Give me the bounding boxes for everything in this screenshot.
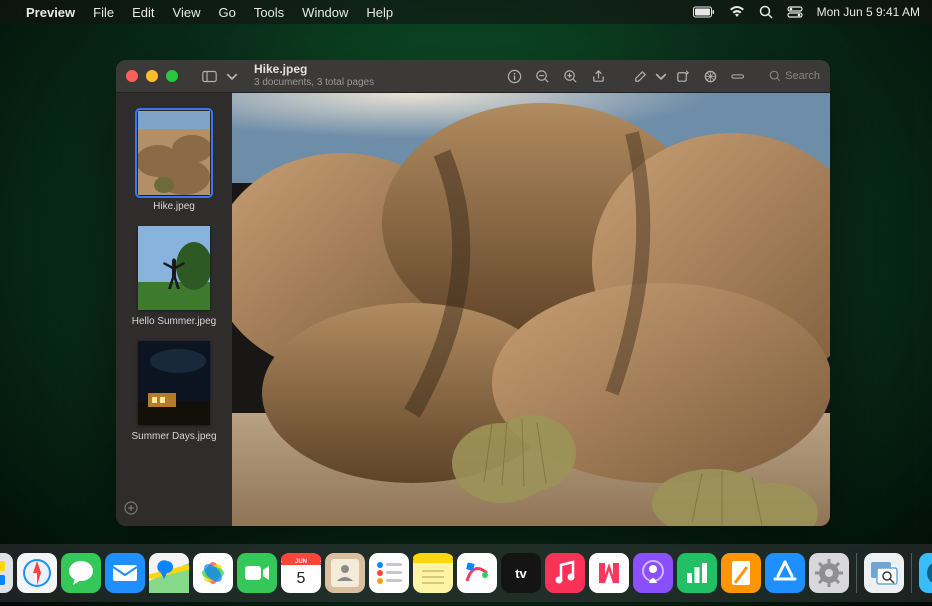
thumbnail-hello-summer[interactable]: Hello Summer.jpeg: [124, 226, 224, 327]
highlight-button[interactable]: [725, 65, 751, 87]
menu-window[interactable]: Window: [293, 5, 357, 20]
thumbnail-hike[interactable]: Hike.jpeg: [124, 111, 224, 212]
main-image-view[interactable]: [232, 93, 830, 526]
dock-separator: [911, 553, 912, 593]
dock-app-podcasts[interactable]: [633, 553, 673, 593]
adjust-color-button[interactable]: [697, 65, 723, 87]
window-title-block: Hike.jpeg 3 documents, 3 total pages: [254, 63, 374, 88]
app-name[interactable]: Preview: [26, 5, 84, 20]
dock-app-messages[interactable]: [61, 553, 101, 593]
dock-app-facetime[interactable]: [237, 553, 277, 593]
dock-app-contacts[interactable]: [325, 553, 365, 593]
dock-app-pages[interactable]: [721, 553, 761, 593]
dock-app-tv[interactable]: tv: [501, 553, 541, 593]
menu-view[interactable]: View: [164, 5, 210, 20]
dock-app-settings[interactable]: [809, 553, 849, 593]
thumbnail-label: Hello Summer.jpeg: [132, 316, 216, 327]
dock-app-photos[interactable]: [193, 553, 233, 593]
sidebar-add-button[interactable]: [124, 495, 224, 520]
control-center-icon[interactable]: [787, 6, 803, 18]
sidebar-view-dropdown[interactable]: [226, 65, 238, 87]
dock-app-numbers[interactable]: [677, 553, 717, 593]
menubar-datetime[interactable]: Mon Jun 5 9:41 AM: [817, 5, 920, 19]
dock: JUN 5 tv: [0, 544, 932, 602]
dock-downloads[interactable]: [919, 553, 932, 593]
dock-app-mail[interactable]: [105, 553, 145, 593]
window-title: Hike.jpeg: [254, 63, 374, 77]
battery-icon[interactable]: [693, 6, 715, 18]
zoom-out-button[interactable]: [529, 65, 555, 87]
dock-app-safari[interactable]: [17, 553, 57, 593]
markup-button[interactable]: [627, 65, 653, 87]
menu-file[interactable]: File: [84, 5, 123, 20]
dock-app-preview[interactable]: [864, 553, 904, 593]
dock-app-music[interactable]: [545, 553, 585, 593]
sidebar-view-button[interactable]: [196, 65, 222, 87]
dock-app-news[interactable]: [589, 553, 629, 593]
svg-text:tv: tv: [515, 566, 527, 581]
dock-separator: [856, 553, 857, 593]
preview-window: Hike.jpeg 3 documents, 3 total pages Sea…: [116, 60, 830, 526]
dock-app-freeform[interactable]: [457, 553, 497, 593]
menubar: Preview File Edit View Go Tools Window H…: [0, 0, 932, 24]
dock-app-launchpad[interactable]: [0, 553, 13, 593]
rotate-button[interactable]: [669, 65, 695, 87]
search-field[interactable]: Search: [785, 70, 820, 82]
info-button[interactable]: [501, 65, 527, 87]
thumbnail-label: Hike.jpeg: [153, 201, 195, 212]
window-close-button[interactable]: [126, 70, 138, 82]
dock-app-calendar[interactable]: JUN 5: [281, 553, 321, 593]
window-minimize-button[interactable]: [146, 70, 158, 82]
menu-edit[interactable]: Edit: [123, 5, 163, 20]
spotlight-icon[interactable]: [759, 5, 773, 19]
menu-help[interactable]: Help: [357, 5, 402, 20]
share-button[interactable]: [585, 65, 611, 87]
zoom-in-button[interactable]: [557, 65, 583, 87]
thumbnail-sidebar: Hike.jpeg Hello Summer.jpeg Summer Days.…: [116, 93, 232, 526]
window-subtitle: 3 documents, 3 total pages: [254, 77, 374, 89]
titlebar: Hike.jpeg 3 documents, 3 total pages Sea…: [116, 60, 830, 93]
window-fullscreen-button[interactable]: [166, 70, 178, 82]
svg-text:JUN: JUN: [295, 559, 307, 565]
wifi-icon[interactable]: [729, 6, 745, 18]
search-icon[interactable]: [769, 70, 781, 82]
dock-app-maps[interactable]: [149, 553, 189, 593]
menu-tools[interactable]: Tools: [245, 5, 293, 20]
dock-app-appstore[interactable]: [765, 553, 805, 593]
dock-app-reminders[interactable]: [369, 553, 409, 593]
thumbnail-summer-days[interactable]: Summer Days.jpeg: [124, 341, 224, 442]
thumbnail-label: Summer Days.jpeg: [131, 431, 216, 442]
svg-text:5: 5: [297, 570, 306, 587]
menu-go[interactable]: Go: [209, 5, 244, 20]
markup-dropdown[interactable]: [655, 65, 667, 87]
dock-app-notes[interactable]: [413, 553, 453, 593]
